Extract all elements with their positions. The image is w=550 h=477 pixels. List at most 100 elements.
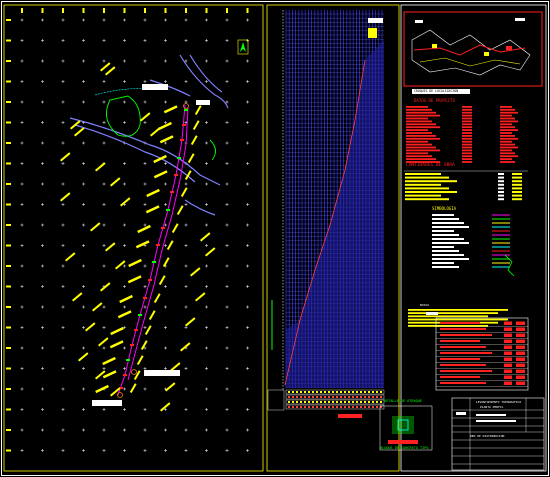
data-band-value xyxy=(316,396,318,398)
label-box-1 xyxy=(142,84,168,90)
project-data-value xyxy=(462,117,472,120)
station-label xyxy=(187,153,195,163)
station-label xyxy=(171,223,179,233)
grid-tick-label xyxy=(6,306,11,308)
annotation-text xyxy=(110,177,121,187)
grid-tick-label xyxy=(164,8,167,13)
quantity-concept xyxy=(405,183,441,186)
grid-tick-label xyxy=(6,326,11,329)
concrete-block-title: BLOQUE DE CONCRETO TIPO xyxy=(380,446,429,450)
project-data-label xyxy=(406,140,428,143)
data-band-value xyxy=(336,406,338,408)
note-line xyxy=(408,315,488,318)
project-data-label xyxy=(406,135,436,137)
quantity-amount xyxy=(512,191,522,193)
data-band-value xyxy=(304,396,306,398)
annotation-text xyxy=(199,232,211,242)
symbol-label xyxy=(432,262,454,264)
detail-atraque-title: DETALLE DE ATRAQUE xyxy=(384,399,422,403)
annotation-text xyxy=(65,252,76,262)
data-band-value xyxy=(364,406,366,408)
project-data-value xyxy=(462,108,472,111)
data-band-value xyxy=(340,401,342,403)
schedule-unit-cell xyxy=(504,351,512,355)
symbol-label xyxy=(432,266,459,268)
data-band-value xyxy=(320,396,322,398)
station-label xyxy=(127,275,142,284)
schedule-unit-cell xyxy=(504,339,512,343)
data-band-value xyxy=(312,396,314,398)
schedule-unit-cell xyxy=(504,375,512,379)
quantity-concept xyxy=(405,173,441,175)
band-header xyxy=(267,389,285,411)
data-band-value xyxy=(364,391,366,393)
data-band-value xyxy=(324,396,326,398)
quantity-unit xyxy=(498,198,504,201)
data-band-value xyxy=(348,391,350,393)
project-data-unit xyxy=(500,123,512,126)
quantity-amount xyxy=(512,198,522,201)
profile-legend-box xyxy=(368,28,377,38)
data-band-value xyxy=(360,391,362,393)
schedule-header xyxy=(426,312,438,315)
project-site-marker xyxy=(506,46,512,50)
annotation-text xyxy=(160,402,171,412)
data-band-value xyxy=(332,406,334,408)
grid-tick-label xyxy=(6,265,11,267)
schedule-unit-cell xyxy=(504,327,512,331)
note-line xyxy=(408,309,508,311)
schedule-unit-cell xyxy=(504,381,512,385)
schedule-unit-cell xyxy=(504,321,512,325)
grid-tick-label xyxy=(41,8,44,13)
grid-tick-label xyxy=(6,121,11,124)
schedule-qty-cell xyxy=(516,327,525,331)
station-label xyxy=(159,135,174,144)
symbol-label xyxy=(432,214,454,216)
project-data-label xyxy=(406,117,428,120)
quantity-concept xyxy=(405,180,457,183)
data-band-value xyxy=(292,396,294,398)
project-data-title: DATOS DE PROYECTO xyxy=(414,98,455,103)
data-band-value xyxy=(328,391,330,393)
project-data-unit xyxy=(500,111,518,114)
pipeline-marker xyxy=(166,209,170,211)
symbol-label xyxy=(432,230,454,232)
symbol-label xyxy=(432,242,469,244)
quantity-unit xyxy=(498,173,504,175)
pipeline-marker xyxy=(130,344,134,346)
quantity-unit xyxy=(498,183,504,186)
profile-station-lines xyxy=(285,10,384,388)
station-label xyxy=(190,135,198,145)
data-band-value xyxy=(312,391,314,393)
symbol-creek xyxy=(504,254,515,277)
annotation-text xyxy=(195,292,206,302)
station-label xyxy=(135,240,150,249)
grid-tick-label xyxy=(6,388,11,390)
pipeline-marker xyxy=(184,109,188,111)
grid-tick-label xyxy=(185,8,187,13)
title-field xyxy=(456,412,466,415)
data-band-value xyxy=(308,396,310,398)
project-data-label xyxy=(406,143,432,146)
profile-data-bands xyxy=(267,389,385,411)
symbol-label xyxy=(432,222,464,224)
north-arrow-icon xyxy=(240,42,246,52)
symbology-table xyxy=(432,214,515,277)
annotation-text xyxy=(120,197,131,207)
annotation-text xyxy=(140,112,151,122)
symbol-label xyxy=(432,218,459,220)
pipeline-marker xyxy=(156,244,160,246)
station-label xyxy=(136,355,144,365)
schedule-item xyxy=(440,376,480,378)
data-band-value xyxy=(352,396,354,398)
project-data-value xyxy=(462,140,472,143)
data-band-value xyxy=(296,396,298,398)
project-data-unit xyxy=(500,132,512,134)
project-data-value xyxy=(462,149,472,152)
data-band-value xyxy=(356,391,358,393)
pipeline-marker xyxy=(180,139,184,141)
grid-tick-label xyxy=(6,162,11,165)
annotation-text xyxy=(190,267,201,277)
project-data-unit xyxy=(500,152,515,155)
quantities-title: CANTIDADES DE OBRA xyxy=(406,163,455,168)
